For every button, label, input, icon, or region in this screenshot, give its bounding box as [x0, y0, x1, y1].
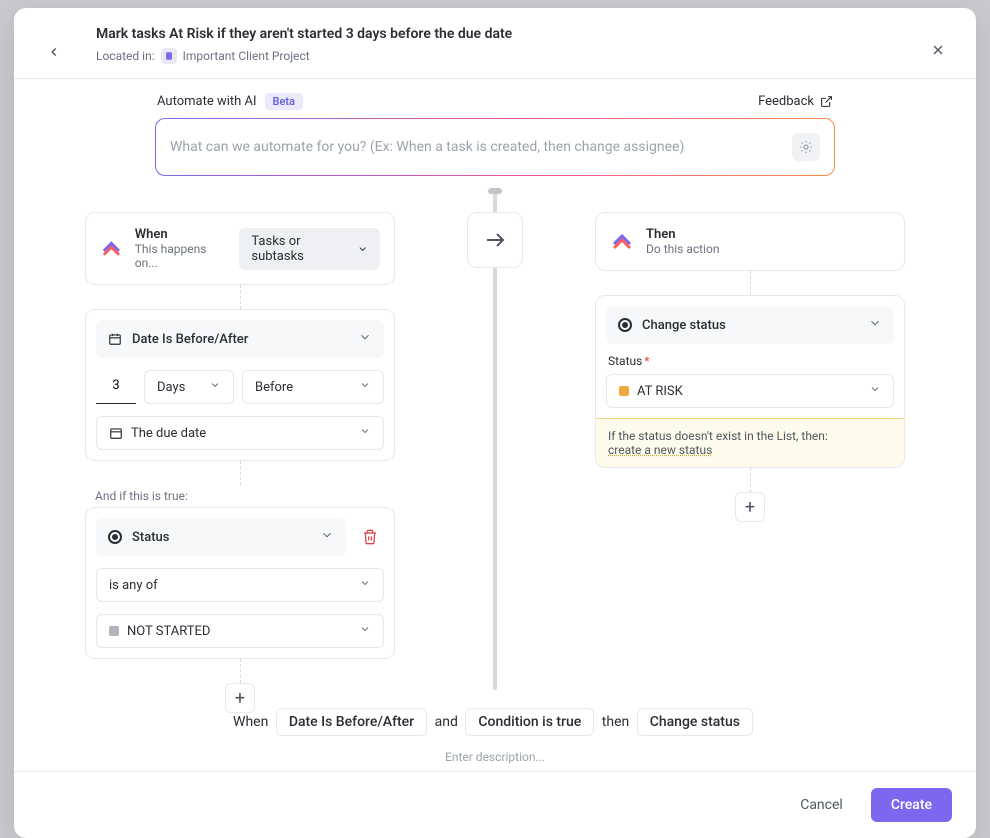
flow-arrow	[467, 212, 523, 268]
scope-label: Tasks or subtasks	[251, 234, 350, 264]
condition-block: Status is any of	[85, 507, 395, 659]
chevron-down-icon	[359, 623, 371, 635]
date-field-label: The due date	[131, 426, 206, 441]
chevron-down-icon	[869, 383, 881, 395]
modal-body: Automate with AI Beta Feedback	[14, 79, 976, 771]
summary-condition-chip[interactable]: Condition is true	[465, 708, 594, 736]
clickup-spark-icon	[610, 230, 634, 254]
modal-header: Mark tasks At Risk if they aren't starte…	[14, 8, 976, 79]
relation-label: Before	[255, 380, 293, 395]
chevron-down-icon	[358, 330, 372, 344]
calendar-icon	[109, 426, 123, 440]
chevron-down-icon	[357, 243, 368, 255]
status-color-swatch	[109, 626, 119, 636]
create-button[interactable]: Create	[871, 788, 952, 822]
trigger-column: When This happens on... Tasks or subtask…	[85, 212, 395, 713]
unit-selector[interactable]: Days	[144, 370, 234, 404]
condition-value-label: NOT STARTED	[127, 624, 210, 639]
days-number-input[interactable]	[96, 374, 136, 404]
condition-field-selector[interactable]: Status	[96, 518, 346, 556]
add-condition-button[interactable]: +	[225, 683, 255, 713]
chevron-down-icon	[868, 316, 882, 330]
when-header-card: When This happens on... Tasks or subtask…	[85, 212, 395, 285]
back-button[interactable]	[42, 40, 66, 64]
calendar-icon	[108, 332, 122, 346]
trigger-block: Date Is Before/After Days Before	[85, 309, 395, 461]
status-warning-box: If the status doesn't exist in the List,…	[596, 418, 904, 467]
relation-selector[interactable]: Before	[242, 370, 384, 404]
trigger-type-label: Date Is Before/After	[132, 332, 248, 347]
create-status-link[interactable]: create a new status	[608, 443, 712, 457]
date-field-selector[interactable]: The due date	[96, 416, 384, 450]
ai-prompt-input[interactable]	[170, 139, 782, 155]
trigger-type-selector[interactable]: Date Is Before/After	[96, 320, 384, 358]
chevron-down-icon	[359, 577, 371, 589]
beta-badge: Beta	[265, 93, 303, 110]
status-field-icon	[108, 530, 122, 544]
chevron-down-icon	[359, 425, 371, 437]
summary-when: When	[233, 714, 268, 730]
summary-and: and	[435, 714, 458, 730]
condition-operator-selector[interactable]: is any of	[96, 568, 384, 602]
status-action-icon	[618, 318, 632, 332]
status-color-swatch	[619, 386, 629, 396]
automation-modal: Mark tasks At Risk if they aren't starte…	[14, 8, 976, 838]
ai-submit-button[interactable]	[792, 133, 820, 161]
located-name[interactable]: Important Client Project	[183, 49, 310, 63]
located-prefix: Located in:	[96, 49, 155, 63]
external-link-icon	[820, 95, 833, 108]
automation-title: Mark tasks At Risk if they aren't starte…	[96, 26, 948, 42]
summary-action-chip[interactable]: Change status	[637, 708, 753, 736]
feedback-text: Feedback	[758, 94, 814, 109]
close-button[interactable]	[924, 36, 952, 64]
add-action-button[interactable]: +	[735, 492, 765, 522]
feedback-link[interactable]: Feedback	[758, 94, 833, 109]
chevron-down-icon	[320, 528, 334, 542]
condition-field-label: Status	[132, 530, 169, 545]
divider-handle[interactable]	[488, 188, 502, 194]
trash-icon	[362, 529, 378, 545]
action-type-selector[interactable]: Change status	[606, 306, 894, 344]
description-input[interactable]: Enter description...	[42, 750, 948, 764]
unit-label: Days	[157, 380, 185, 395]
automation-canvas: When This happens on... Tasks or subtask…	[85, 190, 905, 690]
when-subtitle: This happens on...	[135, 242, 228, 270]
status-field-label: Status	[608, 354, 642, 368]
chevron-down-icon	[359, 379, 371, 391]
condition-operator-label: is any of	[109, 578, 158, 593]
delete-condition-button[interactable]	[356, 523, 384, 551]
ai-label: Automate with AI	[157, 94, 257, 109]
condition-value-selector[interactable]: NOT STARTED	[96, 614, 384, 648]
required-indicator: *	[644, 354, 649, 368]
scope-selector[interactable]: Tasks or subtasks	[239, 228, 380, 270]
location-breadcrumb: Located in: Important Client Project	[96, 48, 948, 64]
ai-input-container	[155, 118, 835, 176]
action-type-label: Change status	[642, 318, 726, 333]
then-subtitle: Do this action	[646, 242, 719, 256]
status-value-selector[interactable]: AT RISK	[606, 374, 894, 408]
when-title: When	[135, 227, 228, 242]
summary-then: then	[602, 714, 629, 730]
then-title: Then	[646, 227, 719, 242]
chevron-down-icon	[209, 379, 221, 391]
action-column: Then Do this action Change status Status…	[595, 212, 905, 522]
action-block: Change status Status* AT RISK	[595, 295, 905, 468]
then-header-card: Then Do this action	[595, 212, 905, 271]
cancel-button[interactable]: Cancel	[788, 789, 855, 821]
condition-intro-label: And if this is true:	[85, 485, 395, 507]
list-icon	[161, 48, 177, 64]
warn-text: If the status doesn't exist in the List,…	[608, 429, 828, 443]
status-value-label: AT RISK	[637, 384, 683, 399]
sparkle-icon	[798, 139, 814, 155]
clickup-spark-icon	[100, 237, 123, 261]
modal-footer: Cancel Create	[14, 771, 976, 838]
